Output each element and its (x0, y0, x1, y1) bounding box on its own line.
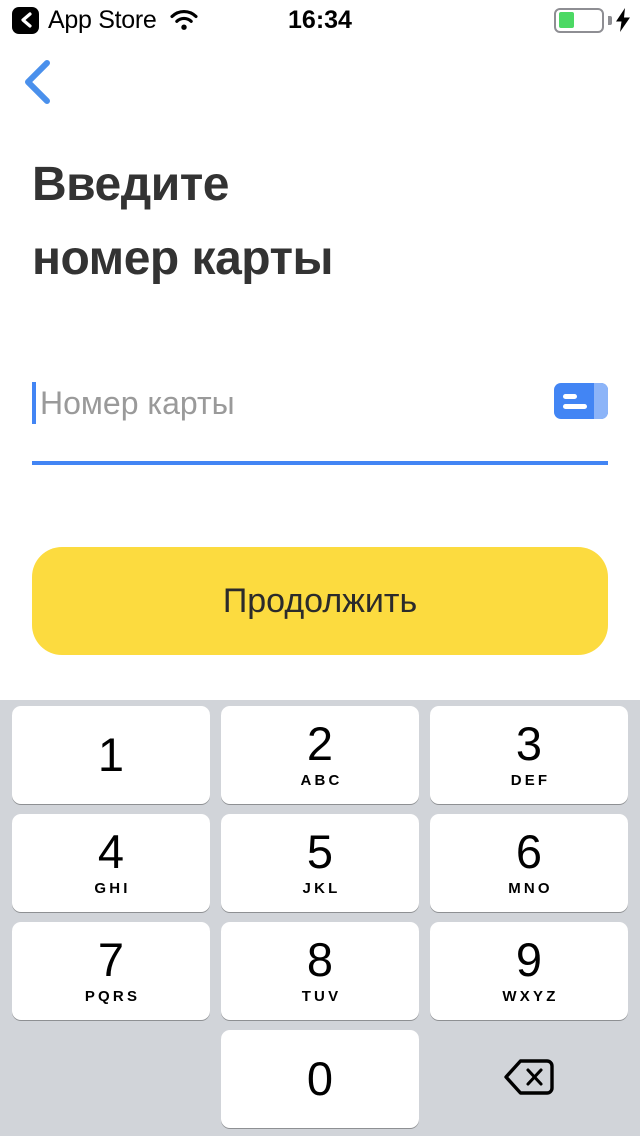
backspace-icon (503, 1057, 555, 1102)
key-digit: 0 (306, 1052, 334, 1105)
key-digit: 5 (306, 824, 334, 878)
key-4[interactable]: 4 GHI (12, 814, 210, 912)
key-8[interactable]: 8 TUV (221, 922, 419, 1020)
key-letters: MNO (508, 879, 553, 897)
text-caret (32, 382, 36, 424)
key-digit: 6 (515, 824, 543, 878)
key-digit: 7 (97, 932, 125, 986)
key-letters: DEF (510, 771, 551, 789)
continue-button[interactable]: Продолжить (32, 547, 608, 655)
key-digit: 2 (306, 716, 334, 770)
card-icon-bar-top (563, 394, 577, 399)
numeric-keyboard: 1 2 ABC 3 DEF 4 GHI 5 JKL 6 MNO 7 PQRS 8… (0, 700, 640, 1136)
key-digit: 3 (515, 716, 543, 770)
back-button[interactable] (10, 58, 66, 110)
keyboard-spacer (12, 1030, 210, 1128)
lightning-bolt-icon (616, 8, 630, 32)
key-letters: ABC (300, 771, 343, 789)
key-1[interactable]: 1 (12, 706, 210, 804)
key-5[interactable]: 5 JKL (221, 814, 419, 912)
key-digit: 9 (515, 932, 543, 986)
card-scan-icon[interactable] (554, 383, 608, 419)
key-2[interactable]: 2 ABC (221, 706, 419, 804)
key-letters: TUV (301, 987, 342, 1005)
chevron-left-icon (23, 59, 53, 110)
card-icon-strip (594, 383, 608, 419)
backspace-key[interactable] (430, 1030, 628, 1128)
page-title-line-2: номер карты (32, 232, 333, 285)
keyboard-row-2: 4 GHI 5 JKL 6 MNO (12, 814, 628, 912)
card-number-field[interactable]: Номер карты (32, 375, 608, 465)
key-7[interactable]: 7 PQRS (12, 922, 210, 1020)
key-digit: 1 (97, 728, 125, 781)
battery-cap (608, 15, 612, 25)
keyboard-row-3: 7 PQRS 8 TUV 9 WXYZ (12, 922, 628, 1020)
keyboard-row-1: 1 2 ABC 3 DEF (12, 706, 628, 804)
key-3[interactable]: 3 DEF (430, 706, 628, 804)
card-field-underline (32, 461, 608, 465)
page-title: Введите номер карты (32, 148, 592, 296)
app-screen: App Store 16:34 Введите номер карты Номе… (0, 0, 640, 1136)
key-letters: PQRS (84, 987, 141, 1005)
key-9[interactable]: 9 WXYZ (430, 922, 628, 1020)
key-0[interactable]: 0 (221, 1030, 419, 1128)
page-title-line-1: Введите (32, 158, 229, 211)
key-digit: 8 (306, 932, 334, 986)
battery-fill (558, 12, 575, 28)
key-letters: GHI (94, 879, 131, 897)
key-letters: WXYZ (502, 987, 559, 1005)
battery-icon (554, 7, 604, 33)
key-6[interactable]: 6 MNO (430, 814, 628, 912)
keyboard-row-4: 0 (12, 1030, 628, 1128)
key-letters: JKL (302, 879, 341, 897)
status-bar: App Store 16:34 (0, 0, 640, 40)
key-digit: 4 (97, 824, 125, 878)
status-clock: 16:34 (288, 5, 352, 34)
card-icon-bar-bottom (563, 404, 587, 409)
status-bar-right (554, 0, 630, 40)
card-number-placeholder: Номер карты (40, 385, 235, 421)
